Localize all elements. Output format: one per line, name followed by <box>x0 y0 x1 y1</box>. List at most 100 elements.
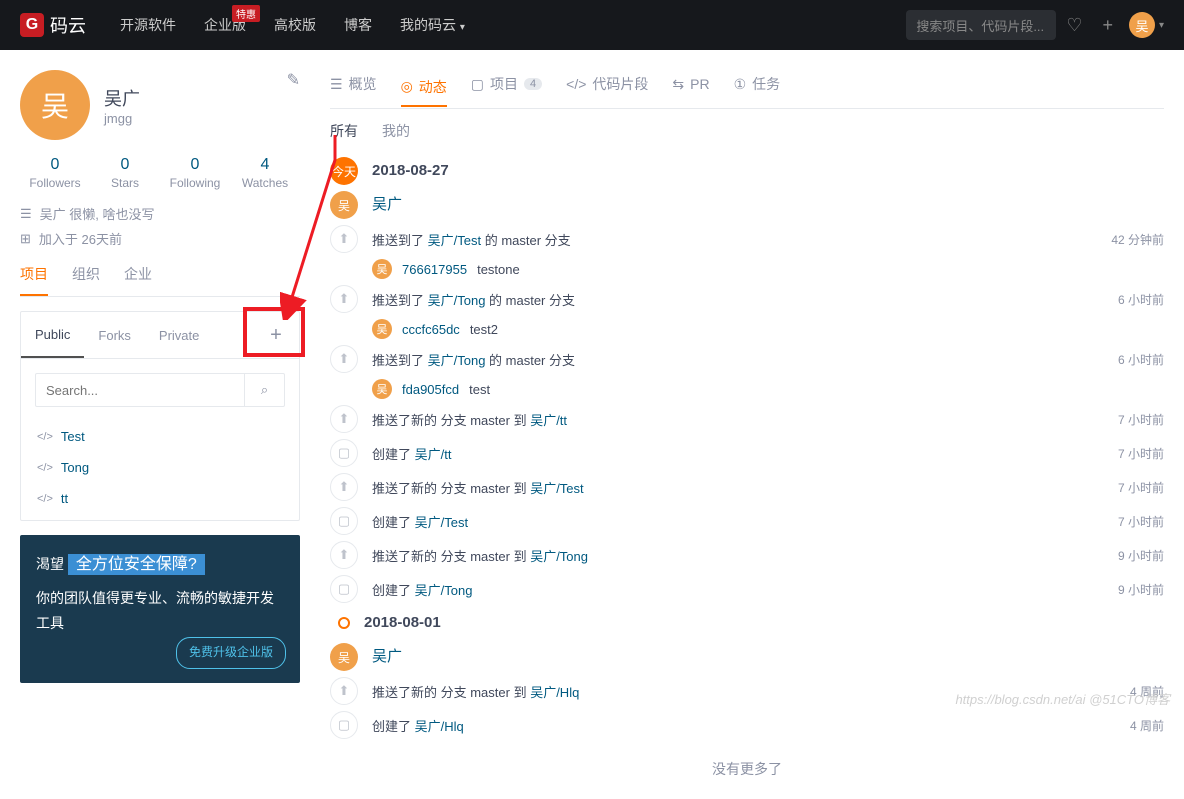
mtab-overview[interactable]: ☰概览 <box>330 70 377 98</box>
timeline-username[interactable]: 吴广 <box>372 643 402 671</box>
sidebar-tabs: 项目 组织 企业 <box>20 264 300 297</box>
stat-following[interactable]: 0Following <box>160 156 230 190</box>
nav-education[interactable]: 高校版 <box>274 15 316 35</box>
current-user-avatar[interactable]: 吴 <box>1129 12 1155 38</box>
ptab-public[interactable]: Public <box>21 313 84 358</box>
promo-upgrade-button[interactable]: 免费升级企业版 <box>176 637 286 669</box>
search-icon[interactable]: ⌕ <box>244 374 284 406</box>
stat-stars[interactable]: 0Stars <box>90 156 160 190</box>
repo-link[interactable]: 吴广/Hlq <box>530 685 579 700</box>
nav-opensource[interactable]: 开源软件 <box>120 15 176 35</box>
no-more-text: 没有更多了 <box>330 759 1164 779</box>
timeline-username[interactable]: 吴广 <box>372 191 402 219</box>
create-icon: ▢ <box>330 439 358 467</box>
ptab-private[interactable]: Private <box>145 314 213 357</box>
nav-badge: 特惠 <box>232 5 260 22</box>
nav-my[interactable]: 我的码云 ▾ <box>400 15 465 35</box>
timeline-event: ⬆ 推送了新的 分支 master 到 吴广/tt 7 小时前 <box>330 405 1164 433</box>
activity-icon: ◎ <box>401 78 413 95</box>
task-icon: ① <box>734 76 747 93</box>
ptab-forks[interactable]: Forks <box>84 314 145 357</box>
timeline-event: ⬆ 推送到了 吴广/Test 的 master 分支 42 分钟前 <box>330 225 1164 253</box>
chevron-down-icon: ▾ <box>1159 20 1164 31</box>
project-item[interactable]: </>Tong <box>21 452 299 483</box>
timeline-date-today: 今天2018-08-27 <box>330 157 1164 185</box>
event-text: 创建了 吴广/Hlq <box>372 716 1116 735</box>
repo-link[interactable]: 吴广/tt <box>530 413 567 428</box>
repo-link[interactable]: 吴广/Test <box>428 233 481 248</box>
logo[interactable]: G 码云 <box>20 12 86 38</box>
nav-enterprise[interactable]: 企业版 特惠 <box>204 15 246 35</box>
edit-icon[interactable]: ✎ <box>287 70 300 90</box>
mtab-pr[interactable]: ⇆PR <box>672 72 709 97</box>
push-icon: ⬆ <box>330 225 358 253</box>
project-search-input[interactable] <box>36 374 244 406</box>
repo-link[interactable]: 吴广/Tong <box>428 353 486 368</box>
repo-link[interactable]: 吴广/Tong <box>530 549 588 564</box>
event-time: 9 小时前 <box>1118 547 1164 564</box>
commit-sha[interactable]: cccfc65dc <box>402 322 460 337</box>
timeline-event: ▢ 创建了 吴广/tt 7 小时前 <box>330 439 1164 467</box>
profile-header: 吴 吴广 jmgg ✎ <box>20 70 300 140</box>
commit-sha[interactable]: fda905fcd <box>402 382 459 397</box>
commit-sha[interactable]: 766617955 <box>402 262 467 277</box>
commit-row: 吴 766617955 testone <box>372 259 1164 279</box>
timeline-date: 2018-08-27 <box>372 157 449 185</box>
stat-watches[interactable]: 4Watches <box>230 156 300 190</box>
stab-projects[interactable]: 项目 <box>20 264 48 296</box>
event-text: 创建了 吴广/Test <box>372 512 1104 531</box>
new-project-button[interactable]: + <box>253 312 299 358</box>
stat-followers[interactable]: 0Followers <box>20 156 90 190</box>
timeline-event: ⬆ 推送到了 吴广/Tong 的 master 分支 6 小时前 <box>330 345 1164 373</box>
branch-icon: ⬆ <box>330 473 358 501</box>
create-icon: ▢ <box>330 575 358 603</box>
push-icon: ⬆ <box>330 345 358 373</box>
repo-link[interactable]: 吴广/tt <box>415 447 452 462</box>
event-time: 4 周前 <box>1130 717 1164 734</box>
user-avatar-badge: 吴 <box>330 191 358 219</box>
mtab-tasks[interactable]: ①任务 <box>734 70 781 98</box>
calendar-icon: ⊞ <box>20 231 31 247</box>
event-time: 7 小时前 <box>1118 479 1164 496</box>
event-time: 42 分钟前 <box>1111 231 1164 248</box>
timeline-user: 吴吴广 <box>330 191 1164 219</box>
profile-name: 吴广 <box>104 85 140 111</box>
subtab-all[interactable]: 所有 <box>330 121 358 141</box>
stab-orgs[interactable]: 组织 <box>72 264 100 296</box>
mtab-activity[interactable]: ◎动态 <box>401 73 447 107</box>
event-text: 创建了 吴广/tt <box>372 444 1104 463</box>
plus-icon[interactable]: + <box>1102 15 1113 36</box>
nav-blog[interactable]: 博客 <box>344 15 372 35</box>
project-item[interactable]: </>Test <box>21 421 299 452</box>
project-icon: ▢ <box>471 76 484 93</box>
user-avatar-badge: 吴 <box>330 643 358 671</box>
repo-link[interactable]: 吴广/Test <box>530 481 583 496</box>
projects-panel: Public Forks Private + ⌕ </>Test </>Tong… <box>20 311 300 521</box>
repo-link[interactable]: 吴广/Test <box>415 515 468 530</box>
logo-icon: G <box>20 13 44 37</box>
bell-icon[interactable]: ♡ <box>1066 15 1082 36</box>
user-icon: ☰ <box>20 206 32 222</box>
profile-avatar[interactable]: 吴 <box>20 70 90 140</box>
subtab-mine[interactable]: 我的 <box>382 121 410 141</box>
mtab-projects[interactable]: ▢项目4 <box>471 70 542 98</box>
global-search[interactable]: 搜索项目、代码片段... <box>906 10 1056 40</box>
repo-link[interactable]: 吴广/Hlq <box>415 719 464 734</box>
logo-text: 码云 <box>50 12 86 38</box>
project-count-badge: 4 <box>524 78 542 90</box>
date-dot-icon <box>338 617 350 629</box>
create-icon: ▢ <box>330 507 358 535</box>
mtab-snippets[interactable]: </>代码片段 <box>566 70 648 98</box>
project-item[interactable]: </>tt <box>21 483 299 520</box>
push-icon: ⬆ <box>330 285 358 313</box>
sidebar: 吴 吴广 jmgg ✎ 0Followers 0Stars 0Following… <box>20 70 300 799</box>
timeline-event: ▢ 创建了 吴广/Tong 9 小时前 <box>330 575 1164 603</box>
repo-link[interactable]: 吴广/Tong <box>415 583 473 598</box>
repo-link[interactable]: 吴广/Tong <box>428 293 486 308</box>
commit-msg: test <box>469 382 490 397</box>
promo-banner[interactable]: 渴望 全方位安全保障? 你的团队值得更专业、流畅的敏捷开发工具 免费升级企业版 <box>20 535 300 683</box>
event-text: 推送了新的 分支 master 到 吴广/tt <box>372 410 1104 429</box>
stab-enterprise[interactable]: 企业 <box>124 264 152 296</box>
profile-bio: ☰吴广 很懒, 啥也没写 <box>20 204 300 223</box>
promo-line: 你的团队值得更专业、流畅的敏捷开发工具 <box>36 586 284 636</box>
